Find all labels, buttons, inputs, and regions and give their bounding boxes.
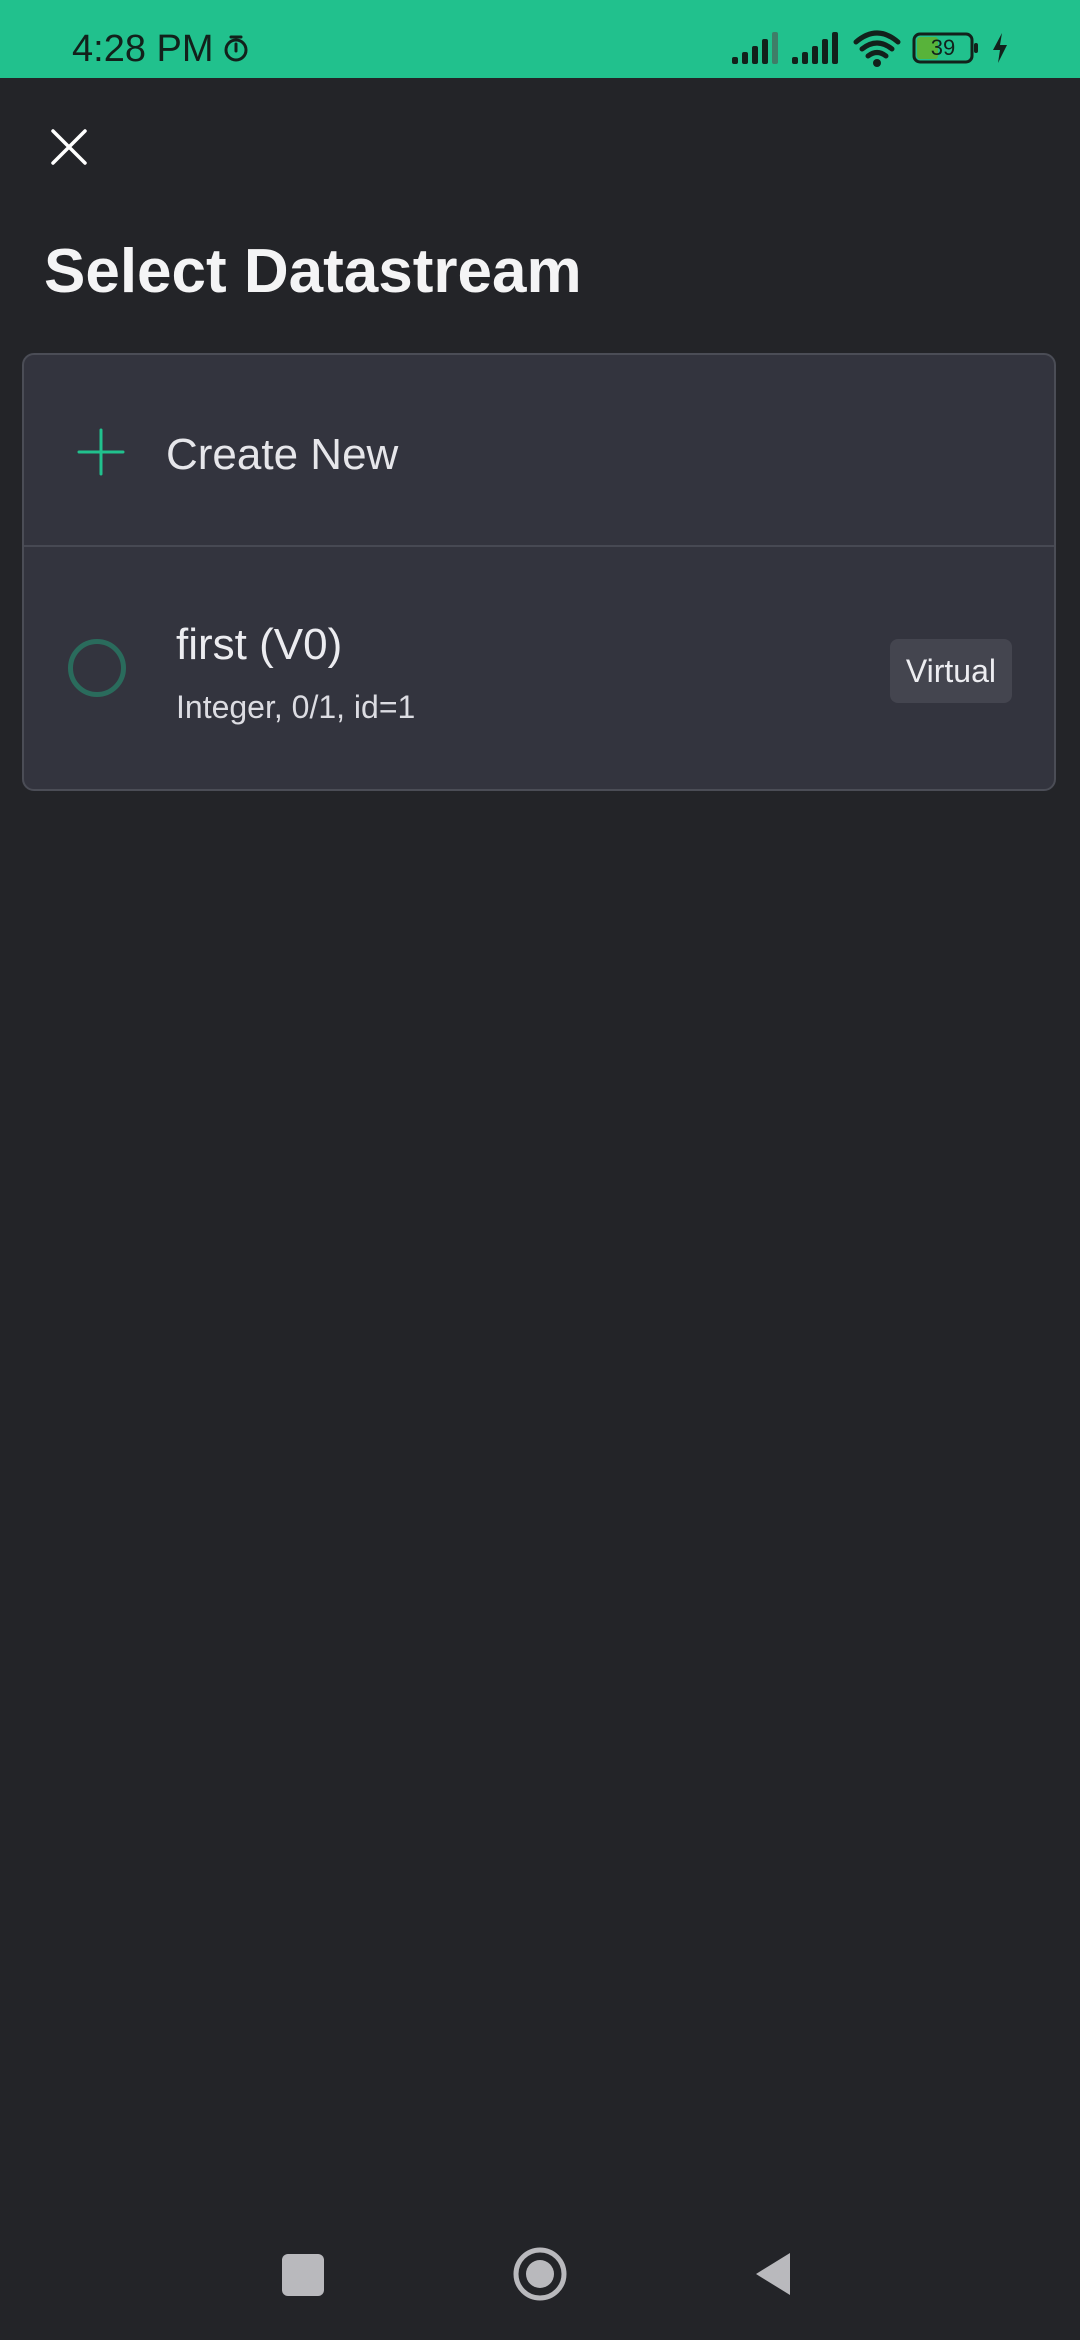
- wifi-icon: [853, 30, 901, 67]
- home-icon: [513, 2247, 567, 2301]
- datastream-item[interactable]: first (V0) Integer, 0/1, id=1 Virtual: [24, 547, 1054, 789]
- plus-icon: [77, 428, 125, 476]
- status-bar: 4:28 PM 39: [0, 0, 1080, 78]
- close-button[interactable]: [42, 120, 96, 174]
- datastream-list: Create New first (V0) Integer, 0/1, id=1…: [22, 353, 1056, 791]
- datastream-meta: Integer, 0/1, id=1: [176, 689, 416, 725]
- status-time: 4:28 PM: [72, 28, 214, 70]
- back-button[interactable]: [754, 2250, 794, 2298]
- home-button[interactable]: [512, 2246, 568, 2302]
- create-new-button[interactable]: Create New: [24, 355, 1054, 547]
- virtual-badge: Virtual: [889, 639, 1012, 703]
- radio-button[interactable]: [68, 639, 126, 697]
- datastream-name: first (V0): [176, 620, 343, 669]
- close-icon: [51, 129, 87, 165]
- back-icon: [756, 2253, 790, 2295]
- battery-icon: 39: [912, 30, 982, 66]
- battery-level: 39: [930, 35, 956, 60]
- alarm-icon: [224, 35, 248, 62]
- signal-icon: [732, 32, 778, 64]
- recent-apps-button[interactable]: [282, 2254, 324, 2296]
- charging-icon: [993, 33, 1007, 63]
- signal-icon: [792, 32, 838, 64]
- create-new-label: Create New: [166, 430, 399, 479]
- page-title: Select Datastream: [44, 237, 582, 306]
